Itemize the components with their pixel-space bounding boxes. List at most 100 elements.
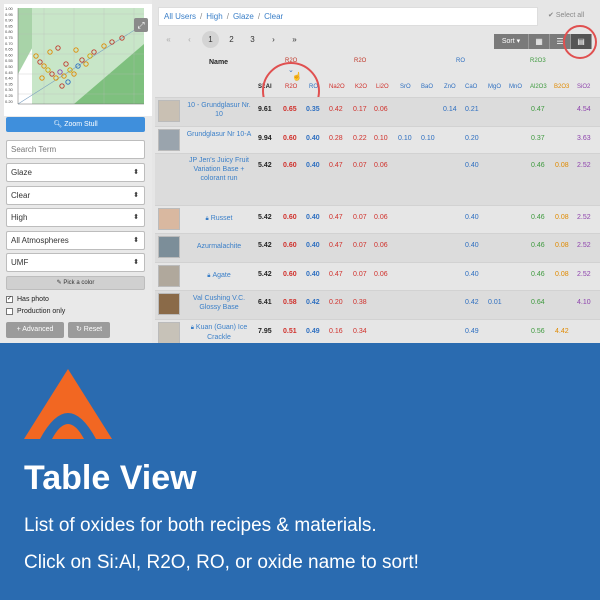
grid-view-button[interactable]: ▦ (529, 34, 550, 49)
checkbox-checked-icon: ✓ (6, 296, 13, 303)
table-row[interactable]: Azurmalachite 5.42 0.60 0.40 0.47 0.07 0.06 0.4… (155, 233, 600, 262)
column-header-name[interactable]: Name (209, 59, 228, 66)
cell-k2o: 0.07 (353, 271, 367, 278)
advanced-button[interactable]: + Advanced (6, 322, 64, 338)
recipe-name-text: Val Cushing V.C. Glossy Base (192, 295, 246, 311)
column-header-mno[interactable]: MnO (509, 84, 522, 90)
recipe-name-link[interactable]: JP Jen's Juicy Fruit Variation Base + co… (183, 156, 255, 183)
stull-chart[interactable]: 1.00 0.95 0.90 0.85 0.80 0.75 0.70 0.65 0.60 0.55… (4, 4, 152, 116)
breadcrumb-item[interactable]: Clear (264, 12, 283, 21)
cell-sial: 5.42 (258, 162, 272, 169)
reset-button[interactable]: ↻ Reset (68, 322, 110, 338)
cell-k2o: 0.07 (353, 214, 367, 221)
cone-select[interactable]: High ⬍ (6, 208, 145, 227)
analysis-select[interactable]: UMF ⬍ (6, 253, 145, 272)
breadcrumb-item[interactable]: High (206, 12, 222, 21)
chart-y-tick-label: 1.00 (5, 6, 14, 11)
page-3[interactable]: 3 (244, 31, 261, 48)
sort-label: Sort (501, 38, 515, 45)
column-header-b2o3[interactable]: B2O3 (554, 84, 569, 90)
cell-b2o3: 0.08 (555, 242, 569, 249)
breadcrumb-item[interactable]: All Users (164, 12, 196, 21)
select-all-link[interactable]: ✔ Select all (548, 11, 584, 19)
table-row[interactable]: 🔒︎ Kuan (Guan) Ice Crackle 7.95 0.51 0.49 0.1… (155, 319, 600, 343)
recipe-name-link[interactable]: 10 - Grundglasur Nr. 10 (183, 101, 255, 119)
grid-icon: ▦ (535, 37, 543, 46)
cell-ro: 0.49 (306, 328, 320, 335)
select-arrows-icon: ⬍ (133, 237, 139, 244)
group-header-r2o: R2O (354, 58, 367, 64)
cell-r2o: 0.60 (283, 271, 297, 278)
search-input[interactable]: Search Term (6, 140, 145, 159)
column-header-na2o[interactable]: Na2O (329, 84, 345, 90)
table-row[interactable]: 🔒︎ Agate 5.42 0.60 0.40 0.47 0.07 0.06 0.40 0.46 0… (155, 262, 600, 290)
page-last[interactable]: » (286, 31, 303, 48)
column-header-al2o3[interactable]: Al2O3 (530, 84, 547, 90)
production-only-checkbox[interactable]: Production only (6, 308, 65, 315)
column-header-mgo[interactable]: MgO (488, 84, 501, 90)
table-row[interactable]: JP Jen's Juicy Fruit Variation Base + co… (155, 153, 600, 205)
recipe-thumbnail[interactable] (158, 129, 180, 151)
app-screenshot: 1.00 0.95 0.90 0.85 0.80 0.75 0.70 0.65 0.60 0.55… (0, 0, 600, 343)
table-row[interactable]: Val Cushing V.C. Glossy Base 6.41 0.58 0.42… (155, 290, 600, 319)
recipe-name-link[interactable]: 🔒︎ Agate (183, 271, 255, 281)
column-header-cao[interactable]: CaO (465, 84, 477, 90)
cell-li2o: 0.06 (374, 162, 388, 169)
column-header-zno[interactable]: ZnO (444, 84, 456, 90)
cell-sial: 6.41 (258, 299, 272, 306)
recipe-name-text: JP Jen's Juicy Fruit Variation Base + co… (189, 157, 249, 182)
column-header-sio2[interactable]: SiO2 (577, 84, 590, 90)
column-header-li2o[interactable]: Li2O (376, 84, 389, 90)
glazy-logo-icon (24, 369, 112, 439)
recipe-name-link[interactable]: Grundglasur Nr 10-A (183, 130, 255, 139)
recipe-name-link[interactable]: 🔒︎ Kuan (Guan) Ice Crackle (183, 323, 255, 342)
reset-label: Reset (83, 326, 103, 333)
lock-icon: 🔒︎ (207, 273, 211, 279)
chart-y-tick-label: 0.95 (5, 12, 14, 17)
type-select[interactable]: Glaze ⬍ (6, 163, 145, 182)
select-arrows-icon: ⬍ (133, 169, 139, 176)
column-header-sro[interactable]: SrO (400, 84, 411, 90)
eyedropper-icon: ✎ (56, 280, 62, 286)
column-header-bao[interactable]: BaO (421, 84, 433, 90)
page-prev[interactable]: ‹ (181, 31, 198, 48)
recipe-thumbnail[interactable] (158, 236, 180, 258)
recipe-thumbnail[interactable] (158, 265, 180, 287)
sort-dropdown[interactable]: Sort ▾ (494, 34, 529, 49)
has-photo-label: Has photo (17, 296, 49, 303)
breadcrumb-item[interactable]: Glaze (233, 12, 254, 21)
cell-na2o: 0.20 (329, 299, 343, 306)
cell-r2o: 0.51 (283, 328, 297, 335)
expand-chart-button[interactable]: ⤢ (134, 18, 148, 32)
cell-li2o: 0.06 (374, 106, 388, 113)
subtype-select[interactable]: Clear ⬍ (6, 186, 145, 205)
chart-y-tick-label: 0.30 (5, 87, 14, 92)
recipe-name-link[interactable]: Val Cushing V.C. Glossy Base (183, 294, 255, 312)
recipe-name-text: Russet (210, 215, 233, 222)
chart-y-tick-label: 0.90 (5, 18, 14, 23)
recipe-thumbnail[interactable] (158, 208, 180, 230)
page-2[interactable]: 2 (223, 31, 240, 48)
page-next[interactable]: › (265, 31, 282, 48)
page-first[interactable]: « (160, 31, 177, 48)
atmosphere-select[interactable]: All Atmospheres ⬍ (6, 231, 145, 250)
recipe-thumbnail[interactable] (158, 293, 180, 315)
cell-na2o: 0.28 (329, 135, 343, 142)
cell-li2o: 0.10 (374, 135, 388, 142)
table-row[interactable]: 10 - Grundglasur Nr. 10 9.61 0.65 0.35 0.42 0… (155, 97, 600, 126)
page-1[interactable]: 1 (202, 31, 219, 48)
zoom-stull-button[interactable]: 🔍︎ Zoom Stull (6, 117, 145, 132)
has-photo-checkbox[interactable]: ✓ Has photo (6, 296, 49, 303)
filter-sidebar: 1.00 0.95 0.90 0.85 0.80 0.75 0.70 0.65 0.60 0.55… (0, 0, 152, 343)
recipe-thumbnail[interactable] (158, 100, 180, 122)
table-row[interactable]: 🔒︎ Russet 5.42 0.60 0.40 0.47 0.07 0.06 0.40 0.46… (155, 205, 600, 233)
pick-color-button[interactable]: ✎ Pick a color (6, 276, 145, 290)
table-row[interactable]: Grundglasur Nr 10-A 9.94 0.60 0.40 0.28 0.22 0… (155, 126, 600, 153)
recipe-name-link[interactable]: 🔒︎ Russet (183, 214, 255, 224)
column-header-k2o[interactable]: K2O (355, 84, 367, 90)
recipe-name-link[interactable]: Azurmalachite (183, 242, 255, 251)
cell-k2o: 0.17 (353, 106, 367, 113)
chart-y-tick-label: 0.85 (5, 23, 14, 28)
recipe-thumbnail[interactable] (158, 322, 180, 343)
cell-sio2: 2.52 (577, 242, 591, 249)
